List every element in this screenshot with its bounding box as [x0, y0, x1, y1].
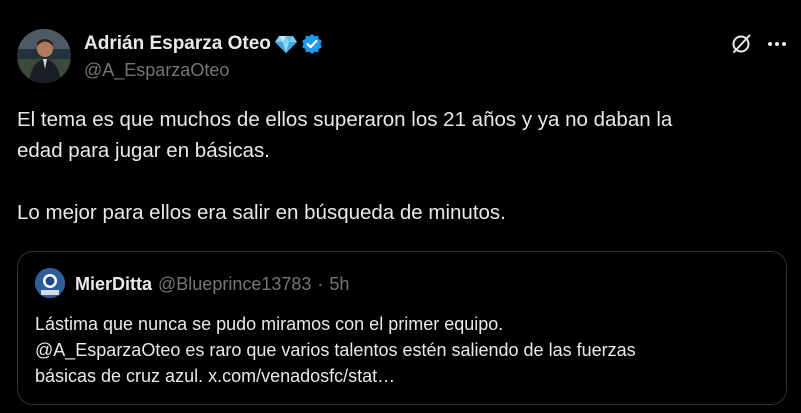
author-name-row: Adrián Esparza Oteo: [84, 32, 323, 56]
tweet-text-line: El tema es que muchos de ellos superaron…: [17, 108, 673, 131]
grok-icon[interactable]: [730, 33, 752, 55]
verified-badge-icon[interactable]: [301, 33, 323, 55]
quoted-author-avatar[interactable]: [35, 268, 65, 298]
author-display-name[interactable]: Adrián Esparza Oteo: [84, 33, 271, 55]
quoted-handle[interactable]: @Blueprince13783: [158, 274, 311, 295]
tweet-text-line: edad para jugar en básicas.: [17, 139, 271, 162]
tweet-text: El tema es que muchos de ellos superaron…: [17, 104, 787, 228]
author-avatar[interactable]: [17, 29, 71, 83]
quoted-text-line: básicas de cruz azul. x.com/venadosfc/st…: [35, 366, 396, 386]
quoted-text: Lástima que nunca se pudo miramos con el…: [35, 311, 775, 389]
author-handle[interactable]: @A_EsparzaOteo: [84, 60, 229, 81]
quoted-tweet-card[interactable]: MierDitta @Blueprince13783 · 5h Lástima …: [17, 251, 787, 405]
quoted-display-name[interactable]: MierDitta: [75, 274, 152, 295]
quoted-header: MierDitta @Blueprince13783 · 5h: [75, 273, 349, 295]
quoted-timestamp[interactable]: 5h: [329, 274, 349, 295]
quoted-separator: ·: [317, 273, 324, 294]
more-icon[interactable]: [766, 34, 788, 54]
tweet-text-line: Lo mejor para ellos era salir en búsqued…: [17, 201, 506, 224]
tweet: Adrián Esparza Oteo @A_EsparzaOteo El te…: [0, 0, 801, 413]
gem-icon: [274, 34, 298, 54]
quoted-text-line: @A_EsparzaOteo es raro que varios talent…: [35, 340, 636, 360]
quoted-text-line: Lástima que nunca se pudo miramos con el…: [35, 314, 504, 334]
